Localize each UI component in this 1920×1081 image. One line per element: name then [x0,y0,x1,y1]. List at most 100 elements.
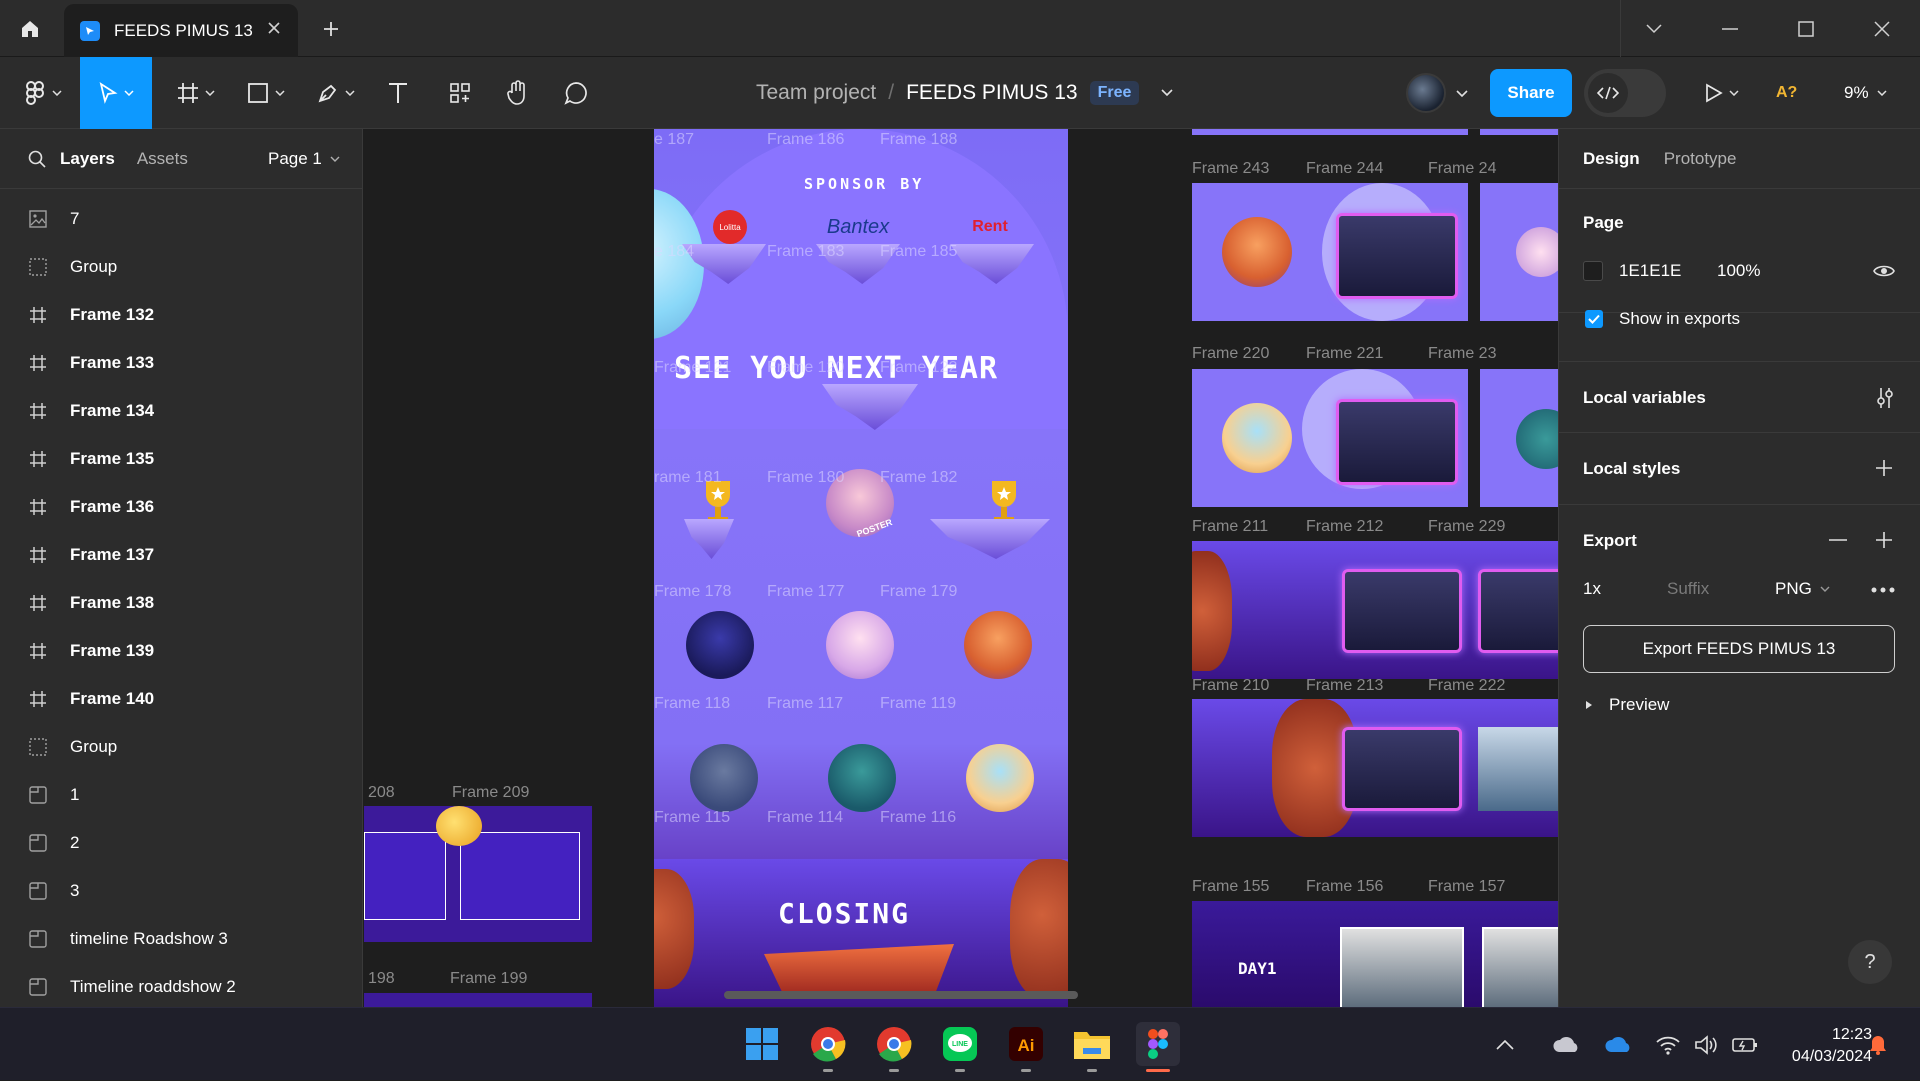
pen-tool[interactable] [308,57,364,129]
horizontal-scrollbar[interactable] [724,991,1078,999]
frame-label[interactable]: Frame 212 [1306,518,1383,536]
frame-label[interactable]: Frame 118 [654,695,730,713]
frame-label[interactable]: Frame 119 [880,695,956,713]
frame-label[interactable]: Frame 24 [1428,160,1496,178]
export-scale[interactable]: 1x [1583,579,1601,599]
frame-thumbnail[interactable] [1192,129,1468,135]
frame-label[interactable]: Frame 188 [880,131,957,149]
layer-row[interactable]: 1 [0,771,362,819]
layer-row[interactable]: Frame 138 [0,579,362,627]
frame-label[interactable]: Frame 182 [880,469,957,487]
frame-label[interactable]: Frame 221 [1306,345,1383,363]
plus-icon[interactable] [1875,531,1893,549]
layer-row[interactable]: Frame 140 [0,675,362,723]
frame-label[interactable]: Frame 116 [880,809,956,827]
frame-label[interactable]: Frame 114 [767,809,843,827]
onedrive-icon[interactable] [1604,1036,1632,1054]
frame-label[interactable]: Frame 186 [767,131,844,149]
taskbar-file-explorer[interactable] [1070,1022,1114,1072]
frame-label[interactable]: Frame 122 [880,359,957,377]
tab-prototype[interactable]: Prototype [1664,149,1737,169]
frame-thumbnail[interactable]: DAY1 [1192,901,1558,1007]
frame-thumbnail[interactable] [1192,369,1468,507]
file-name[interactable]: FEEDS PIMUS 13 [906,81,1078,105]
layer-row[interactable]: Frame 135 [0,435,362,483]
frame-label[interactable]: Frame 115 [654,809,730,827]
frame-label[interactable]: e 187 [654,131,694,149]
wifi-icon[interactable] [1656,1035,1680,1055]
tab-design[interactable]: Design [1583,149,1640,169]
frame-thumbnail[interactable] [1192,183,1468,321]
close-tab-button[interactable] [264,18,284,38]
taskbar-chrome-profile[interactable] [872,1022,916,1072]
frame-label[interactable]: Frame 209 [452,784,529,802]
layer-row[interactable]: Frame 139 [0,627,362,675]
frame-label[interactable]: 208 [368,784,395,802]
missing-fonts-indicator[interactable]: A? [1776,57,1797,129]
layer-row[interactable]: 7 [0,195,362,243]
frame-label[interactable]: Frame 243 [1192,160,1269,178]
minimize-button[interactable] [1692,0,1768,57]
taskbar-figma[interactable] [1136,1022,1180,1072]
avatar[interactable] [1406,73,1446,113]
tab-assets[interactable]: Assets [137,149,188,169]
frame-label[interactable]: Frame 157 [1428,878,1505,896]
layer-row[interactable]: Frame 136 [0,483,362,531]
home-button[interactable] [6,6,54,52]
frame-thumbnail[interactable] [1480,369,1558,507]
file-tab[interactable]: FEEDS PIMUS 13 [64,4,298,57]
layer-row[interactable]: Timeline roaddshow 2 [0,963,362,1011]
page-opacity-value[interactable]: 100% [1717,261,1760,281]
export-suffix-input[interactable]: Suffix [1667,579,1709,599]
frame-thumbnail[interactable] [1192,541,1558,679]
system-clock[interactable]: 12:23 04/03/2024 [1752,1024,1872,1068]
frame-label[interactable]: Frame 213 [1306,677,1383,695]
zoom-control[interactable]: 9% [1844,57,1887,129]
frame-thumbnail[interactable] [1480,129,1558,135]
chevron-down-icon[interactable] [1456,90,1468,98]
chevron-down-icon[interactable] [1161,89,1173,97]
frame-label[interactable]: Frame 120 [767,359,844,377]
local-variables-title[interactable]: Local variables [1583,388,1706,408]
maximize-button[interactable] [1768,0,1844,57]
comment-tool[interactable] [554,57,598,129]
tab-layers[interactable]: Layers [60,149,115,169]
frame-thumbnail[interactable] [364,993,592,1007]
layer-row[interactable]: Group [0,243,362,291]
frame-label[interactable]: Frame 220 [1192,345,1269,363]
taskbar-line[interactable]: LINE [938,1022,982,1072]
more-options-icon[interactable] [1871,587,1895,593]
layer-row[interactable]: timeline Roadshow 3 [0,915,362,963]
shape-tool[interactable] [238,57,294,129]
present-button[interactable] [1694,57,1750,129]
layer-row[interactable]: Frame 132 [0,291,362,339]
frame-label[interactable]: Frame 211 [1192,518,1268,536]
frame-thumbnail[interactable] [1480,183,1558,321]
taskbar-chrome[interactable] [806,1022,850,1072]
help-button[interactable]: ? [1848,940,1892,984]
move-tool[interactable] [80,57,152,129]
page-color-value[interactable]: 1E1E1E [1619,261,1681,281]
taskbar-illustrator[interactable]: Ai [1004,1022,1048,1072]
frame-label[interactable]: Frame 155 [1192,878,1269,896]
layer-row[interactable]: Frame 134 [0,387,362,435]
plan-badge[interactable]: Free [1089,81,1140,105]
frame-label[interactable]: Frame 180 [767,469,844,487]
frame-label[interactable]: Frame 210 [1192,677,1269,695]
frame-label[interactable]: Frame 117 [767,695,843,713]
frame-label[interactable]: e 184 [654,243,694,261]
frame-tool[interactable] [168,57,224,129]
volume-icon[interactable] [1694,1034,1718,1055]
text-tool[interactable] [378,57,418,129]
page-color-swatch[interactable] [1583,261,1603,281]
variables-settings-icon[interactable] [1875,386,1895,410]
frame-label[interactable]: Frame 244 [1306,160,1383,178]
frame-label[interactable]: Frame 199 [450,970,527,988]
tab-list-button[interactable] [1616,0,1692,57]
preview-toggle[interactable]: Preview [1585,695,1669,715]
frame-label[interactable]: Frame 179 [880,583,957,601]
frame-label[interactable]: Frame 229 [1428,518,1505,536]
close-window-button[interactable] [1844,0,1920,57]
onedrive-icon[interactable] [1552,1036,1580,1054]
canvas[interactable]: 208 Frame 209 198 Frame 199 SPONSOR BY L… [364,129,1558,1007]
